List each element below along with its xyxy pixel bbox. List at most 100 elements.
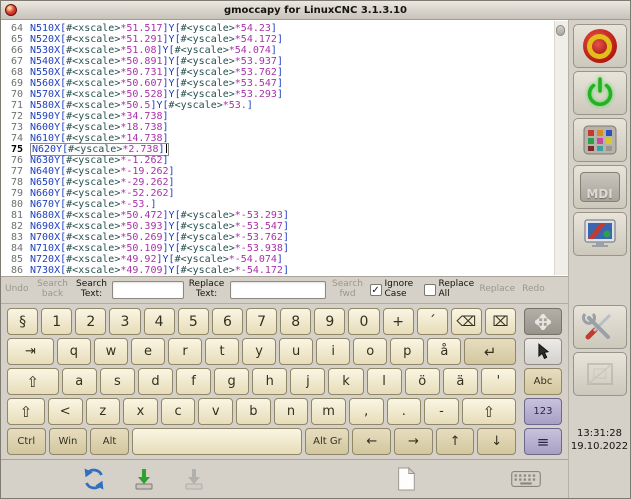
key-0[interactable]: 0	[348, 308, 379, 335]
key-z[interactable]: z	[86, 398, 121, 425]
gcode-line[interactable]: 71N580X[#<xscale>*50.5]Y[#<yscale>*53.]	[3, 100, 568, 111]
key-j[interactable]: j	[290, 368, 325, 395]
key-odiaeresis[interactable]: ö	[405, 368, 440, 395]
key-r[interactable]: r	[168, 338, 202, 365]
key-arrow-up[interactable]: ↑	[436, 428, 475, 455]
key-period[interactable]: .	[387, 398, 422, 425]
redo-button[interactable]: Redo	[520, 285, 547, 295]
key-1[interactable]: 1	[41, 308, 72, 335]
gcode-line[interactable]: 68N550X[#<xscale>*50.731]Y[#<yscale>*53.…	[3, 67, 568, 78]
undo-button[interactable]: Undo	[3, 285, 31, 295]
keypad-button[interactable]	[573, 118, 627, 162]
key-7[interactable]: 7	[246, 308, 277, 335]
key-acute[interactable]: ´	[417, 308, 448, 335]
gcode-line[interactable]: 79N660Y[#<yscale>*-52.262]	[3, 188, 568, 199]
gcode-line[interactable]: 67N540X[#<xscale>*50.891]Y[#<yscale>*53.…	[3, 56, 568, 67]
key-less-than[interactable]: <	[48, 398, 83, 425]
key-2[interactable]: 2	[75, 308, 106, 335]
save-as-button[interactable]	[173, 464, 215, 494]
editor-scrollbar[interactable]	[554, 21, 568, 275]
key-y[interactable]: y	[242, 338, 276, 365]
key-abc-layer[interactable]: Abc	[524, 368, 562, 395]
replace-button[interactable]: Replace	[478, 285, 518, 295]
replace-all-checkbox[interactable]	[424, 284, 436, 296]
key-q[interactable]: q	[57, 338, 91, 365]
gcode-line[interactable]: 84N710X[#<xscale>*50.109]Y[#<yscale>*-53…	[3, 243, 568, 254]
screen-button[interactable]	[573, 212, 627, 256]
key-enter[interactable]: ↵	[464, 338, 516, 365]
key-a[interactable]: a	[62, 368, 97, 395]
gcode-line[interactable]: 83N700X[#<xscale>*50.269]Y[#<yscale>*-53…	[3, 232, 568, 243]
key-shift-right[interactable]: ⇧	[462, 398, 516, 425]
gcode-line[interactable]: 80N670Y[#<yscale>*-53.]	[3, 199, 568, 210]
key-numeric-layer[interactable]: 123	[524, 398, 562, 425]
key-8[interactable]: 8	[280, 308, 311, 335]
key-u[interactable]: u	[279, 338, 313, 365]
key-c[interactable]: c	[161, 398, 196, 425]
key-win[interactable]: Win	[49, 428, 88, 455]
gcode-line[interactable]: 66N530X[#<xscale>*51.08]Y[#<yscale>*54.0…	[3, 45, 568, 56]
gcode-line[interactable]: 86N730X[#<xscale>*49.709]Y[#<yscale>*-54…	[3, 265, 568, 276]
key-tab[interactable]: ⇥	[7, 338, 54, 365]
key-comma[interactable]: ,	[349, 398, 384, 425]
keyboard-toggle-button[interactable]	[505, 464, 547, 494]
key-n[interactable]: n	[274, 398, 309, 425]
gcode-line[interactable]: 78N650Y[#<yscale>*-29.262]	[3, 177, 568, 188]
key-adiaeresis[interactable]: ä	[443, 368, 478, 395]
key-aring[interactable]: å	[427, 338, 461, 365]
search-input[interactable]	[112, 281, 184, 299]
key-l[interactable]: l	[367, 368, 402, 395]
key-x[interactable]: x	[123, 398, 158, 425]
key-9[interactable]: 9	[314, 308, 345, 335]
key-o[interactable]: o	[353, 338, 387, 365]
gcode-line[interactable]: 82N690X[#<xscale>*50.393]Y[#<yscale>*-53…	[3, 221, 568, 232]
gcode-line[interactable]: 75N620Y[#<yscale>*2.738]	[3, 144, 568, 155]
key-3[interactable]: 3	[109, 308, 140, 335]
reload-button[interactable]	[73, 464, 115, 494]
key-altgr[interactable]: Alt Gr	[305, 428, 349, 455]
gcode-line[interactable]: 85N720X[#<xscale>*49.92]Y[#<yscale>*-54.…	[3, 254, 568, 265]
key-arrow-right[interactable]: →	[394, 428, 433, 455]
save-button[interactable]	[123, 464, 165, 494]
key-m[interactable]: m	[311, 398, 346, 425]
gcode-line[interactable]: 77N640Y[#<yscale>*-19.262]	[3, 166, 568, 177]
gcode-line[interactable]: 76N630Y[#<yscale>*-1.262]	[3, 155, 568, 166]
replace-input[interactable]	[230, 281, 326, 299]
key-pointer[interactable]	[524, 338, 562, 365]
key-g[interactable]: g	[214, 368, 249, 395]
gcode-line[interactable]: 73N600Y[#<yscale>*18.738]	[3, 122, 568, 133]
key-backspace[interactable]: ⌫	[451, 308, 482, 335]
key-w[interactable]: w	[94, 338, 128, 365]
key-arrow-left[interactable]: ←	[352, 428, 391, 455]
ignore-case-checkbox[interactable]: ✓	[370, 284, 382, 296]
key-apostrophe[interactable]: '	[481, 368, 516, 395]
key-e[interactable]: e	[131, 338, 165, 365]
gcode-editor[interactable]: 64N510X[#<xscale>*51.517]Y[#<yscale>*54.…	[1, 20, 568, 277]
machine-on-button[interactable]	[573, 71, 627, 115]
estop-button[interactable]	[573, 24, 627, 68]
key-alt[interactable]: Alt	[90, 428, 129, 455]
key-s[interactable]: s	[100, 368, 135, 395]
key-d[interactable]: d	[138, 368, 173, 395]
key-section[interactable]: §	[7, 308, 38, 335]
key-ctrl[interactable]: Ctrl	[7, 428, 46, 455]
key-p[interactable]: p	[390, 338, 424, 365]
key-arrow-down[interactable]: ↓	[477, 428, 516, 455]
key-h[interactable]: h	[252, 368, 287, 395]
search-fwd-button[interactable]: Search fwd	[329, 280, 367, 300]
search-back-button[interactable]: Search back	[34, 280, 72, 300]
key-4[interactable]: 4	[144, 308, 175, 335]
key-v[interactable]: v	[198, 398, 233, 425]
key-menu[interactable]: ≡	[524, 428, 562, 455]
gcode-line[interactable]: 65N520X[#<xscale>*51.291]Y[#<yscale>*54.…	[3, 34, 568, 45]
tool-settings-button[interactable]	[573, 305, 627, 349]
key-minus[interactable]: -	[424, 398, 459, 425]
key-f[interactable]: f	[176, 368, 211, 395]
mdi-button[interactable]: MDI	[573, 165, 627, 209]
key-k[interactable]: k	[328, 368, 363, 395]
gcode-line[interactable]: 69N560X[#<xscale>*50.607]Y[#<yscale>*53.…	[3, 78, 568, 89]
key-space[interactable]	[132, 428, 302, 455]
gcode-line[interactable]: 72N590Y[#<yscale>*34.738]	[3, 111, 568, 122]
new-file-button[interactable]	[385, 464, 427, 494]
key-t[interactable]: t	[205, 338, 239, 365]
